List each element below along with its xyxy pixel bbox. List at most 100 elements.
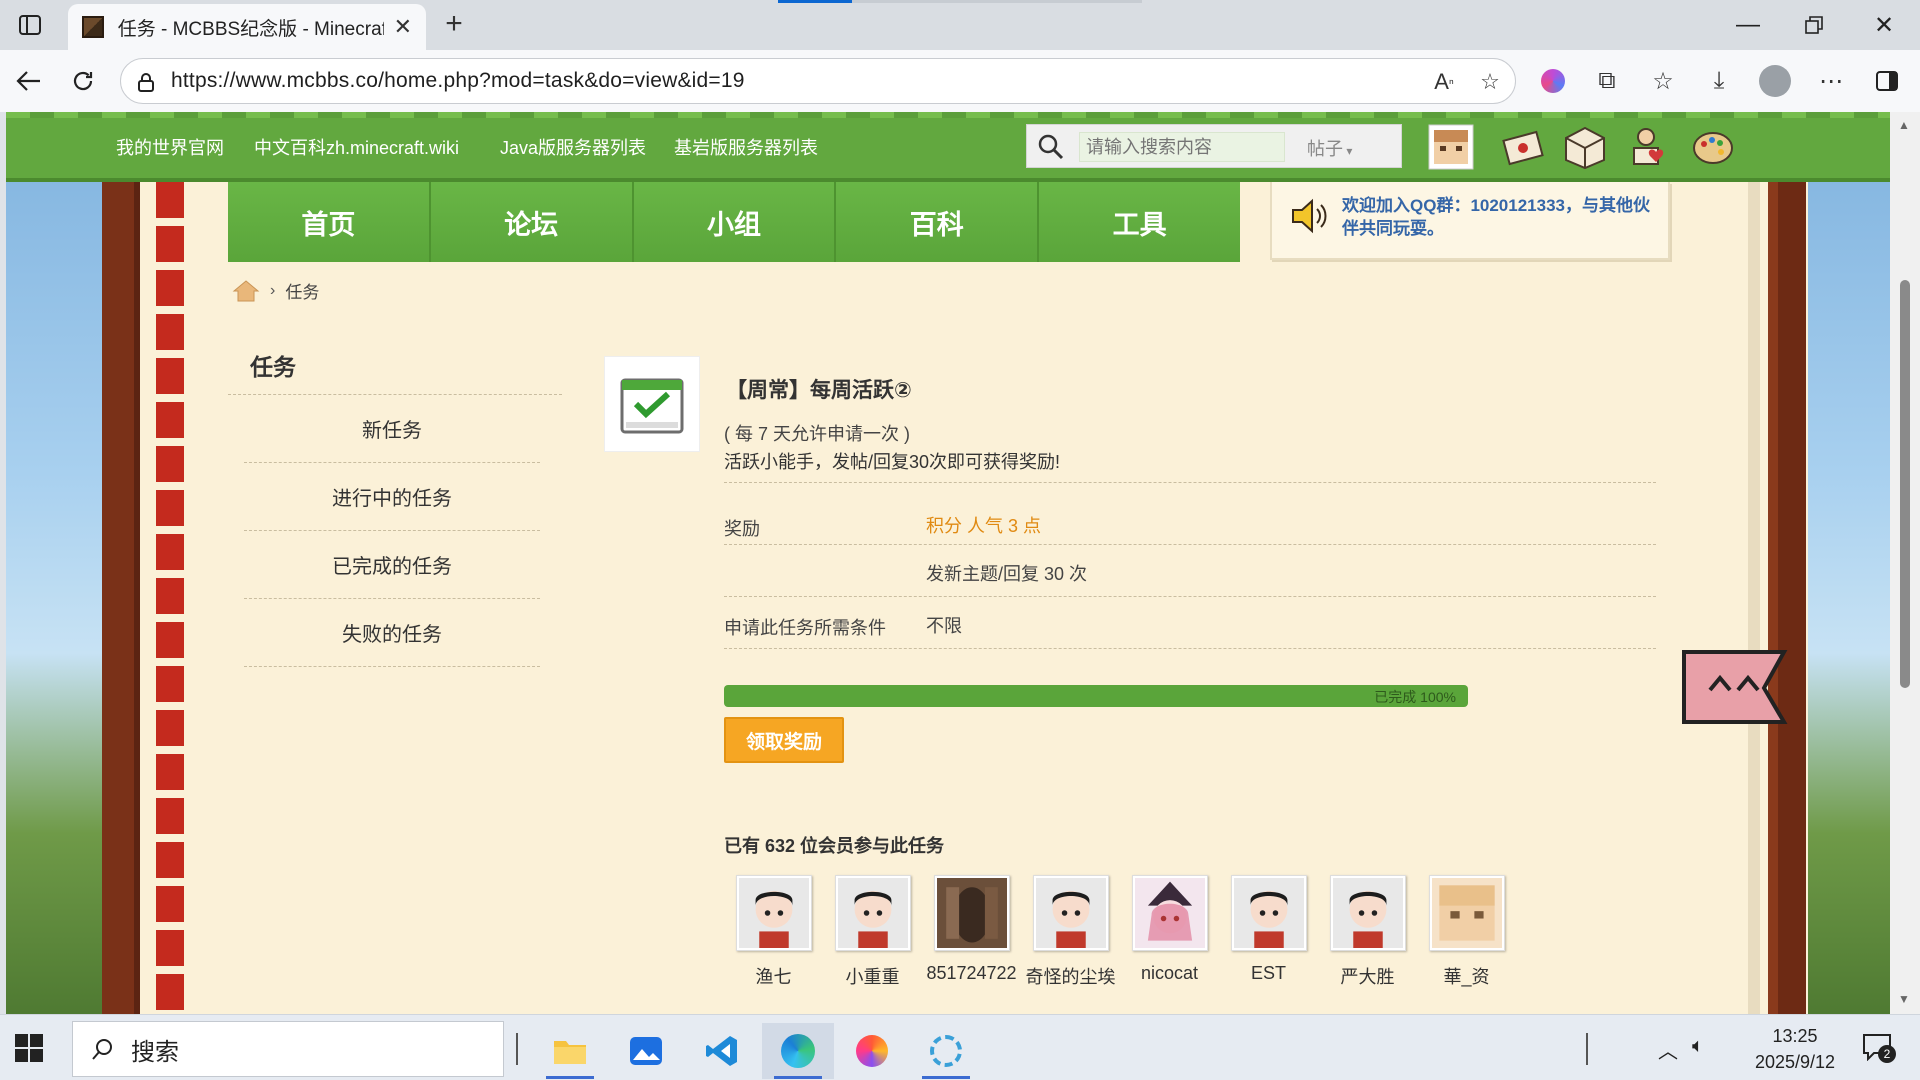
divider (724, 482, 1656, 483)
extensions-button[interactable]: ⧉ (1588, 62, 1626, 100)
copilot-button[interactable] (1534, 62, 1572, 100)
nav-groups[interactable]: 小组 (633, 182, 837, 262)
taskbar-vscode[interactable] (686, 1023, 758, 1079)
speaker-icon (1292, 198, 1327, 234)
read-aloud-icon[interactable]: Aⁿ (1429, 67, 1459, 97)
divider (724, 648, 1656, 649)
lock-icon[interactable] (135, 71, 157, 93)
top-link-java-servers[interactable]: Java版服务器列表 (500, 134, 646, 160)
profile-button[interactable] (1756, 62, 1794, 100)
page-scrollbar[interactable]: ▲ ▼ (1890, 112, 1920, 1014)
member-item[interactable]: 奇怪的尘埃 (1021, 875, 1120, 989)
download-icon: ⤓ (1713, 67, 1725, 94)
downloads-button[interactable]: ⤓ (1700, 62, 1738, 100)
chevron-up-icon[interactable]: ︿ (1658, 1035, 1678, 1064)
taskbar-file-explorer[interactable] (534, 1023, 606, 1079)
task-sidebar: 任务 新任务 进行中的任务 已完成的任务 失败的任务 (228, 338, 562, 667)
restore-button[interactable] (1790, 6, 1838, 44)
member-name[interactable]: 華_资 (1443, 963, 1489, 989)
volume-icon[interactable]: 🔈︎ (1692, 1035, 1704, 1058)
palette-icon[interactable] (1690, 124, 1736, 170)
sidebar-toggle-button[interactable] (1868, 62, 1906, 100)
sidebar-item-in-progress[interactable]: 进行中的任务 (244, 463, 540, 531)
avatar[interactable] (1032, 875, 1109, 951)
more-menu-button[interactable]: ⋯ (1812, 62, 1850, 100)
favorites-button[interactable]: ☆ (1644, 62, 1682, 100)
scroll-thumb[interactable] (1900, 280, 1910, 688)
refresh-button[interactable] (64, 62, 102, 100)
announcement-text[interactable]: 欢迎加入QQ群：1020121333，与其他伙伴共同玩耍。 (1342, 194, 1662, 240)
member-name[interactable]: 严大胜 (1341, 963, 1395, 989)
tab-active[interactable]: 任务 - MCBBS纪念版 - Minecraft(我的世界)中文论坛 ✕ (68, 4, 426, 50)
claim-reward-button[interactable]: 领取奖励 (724, 717, 844, 763)
scroll-down-icon[interactable]: ▼ (1898, 992, 1910, 1006)
address-bar[interactable]: https://www.mcbbs.co/home.php?mod=task&d… (120, 58, 1516, 104)
member-item[interactable]: 851724722 (922, 875, 1021, 989)
nav-forum[interactable]: 论坛 (430, 182, 634, 262)
mascot-flag-icon[interactable] (1680, 646, 1788, 728)
member-name[interactable]: 奇怪的尘埃 (1026, 963, 1116, 989)
windows-start-icon[interactable] (14, 1033, 44, 1063)
breadcrumb-separator: › (270, 281, 276, 299)
taskbar-photos[interactable] (610, 1023, 682, 1079)
member-item[interactable]: 小重重 (823, 875, 922, 989)
avatar[interactable] (834, 875, 911, 951)
photos-icon (630, 1037, 662, 1065)
member-item[interactable]: 严大胜 (1318, 875, 1417, 989)
nav-tools[interactable]: 工具 (1039, 182, 1240, 262)
home-icon[interactable] (232, 279, 260, 303)
sidebar-item-failed[interactable]: 失败的任务 (244, 599, 540, 667)
member-item[interactable]: 渔七 (724, 875, 823, 989)
taskbar-search[interactable]: 搜索 (72, 1021, 504, 1077)
search-icon[interactable] (1037, 133, 1065, 161)
favorite-star-icon[interactable]: ☆ (1475, 67, 1505, 97)
messages-icon[interactable] (1500, 124, 1546, 170)
user-avatar-icon[interactable] (1428, 124, 1474, 170)
system-clock[interactable]: 13:25 2025/9/12 (1730, 1023, 1860, 1075)
new-tab-button[interactable]: + (436, 6, 472, 42)
search-type-select[interactable]: 帖子 ▾ (1307, 135, 1352, 161)
member-item[interactable]: nicocat (1120, 875, 1219, 989)
sidebar-item-new[interactable]: 新任务 (244, 395, 540, 463)
avatar[interactable] (1329, 875, 1406, 951)
tab-close-icon[interactable]: ✕ (394, 14, 412, 40)
search-input[interactable] (1079, 132, 1285, 162)
folder-icon (554, 1041, 586, 1064)
avatar[interactable] (1230, 875, 1307, 951)
nav-home[interactable]: 首页 (228, 182, 431, 262)
taskbar-divider (1586, 1033, 1588, 1065)
book-spine-right (1748, 182, 1806, 1014)
chest-icon[interactable] (1562, 124, 1608, 170)
taskbar-firefox[interactable] (836, 1023, 908, 1079)
notification-center-button[interactable]: 2 (1862, 1033, 1896, 1065)
avatar[interactable] (933, 875, 1010, 951)
divider (724, 544, 1656, 545)
member-item[interactable]: 華_资 (1417, 875, 1516, 989)
top-link-official[interactable]: 我的世界官网 (116, 134, 224, 160)
member-name[interactable]: 851724722 (926, 963, 1016, 984)
sidebar-item-completed[interactable]: 已完成的任务 (244, 531, 540, 599)
avatar[interactable] (735, 875, 812, 951)
tab-actions-button[interactable] (10, 8, 50, 42)
top-link-bedrock-servers[interactable]: 基岩版服务器列表 (674, 134, 818, 160)
taskbar-app-swirl[interactable] (910, 1023, 982, 1079)
member-item[interactable]: EST (1219, 875, 1318, 989)
minecraft-favicon-icon (82, 16, 104, 38)
nav-wiki[interactable]: 百科 (836, 182, 1040, 262)
user-heart-icon[interactable] (1626, 124, 1672, 170)
taskbar-edge[interactable] (762, 1023, 834, 1079)
avatar[interactable] (1131, 875, 1208, 951)
url-text[interactable]: https://www.mcbbs.co/home.php?mod=task&d… (171, 69, 745, 93)
member-name[interactable]: nicocat (1141, 963, 1198, 984)
back-button[interactable] (10, 62, 48, 100)
notification-count-badge: 2 (1878, 1045, 1896, 1063)
profile-avatar-icon (1759, 65, 1791, 97)
member-name[interactable]: 渔七 (756, 963, 792, 989)
member-name[interactable]: EST (1251, 963, 1286, 984)
member-name[interactable]: 小重重 (846, 963, 900, 989)
close-window-button[interactable]: ✕ (1860, 6, 1908, 44)
avatar[interactable] (1428, 875, 1505, 951)
scroll-up-icon[interactable]: ▲ (1898, 118, 1910, 132)
top-link-wiki[interactable]: 中文百科zh.minecraft.wiki (254, 134, 459, 160)
minimize-button[interactable]: — (1724, 6, 1772, 44)
